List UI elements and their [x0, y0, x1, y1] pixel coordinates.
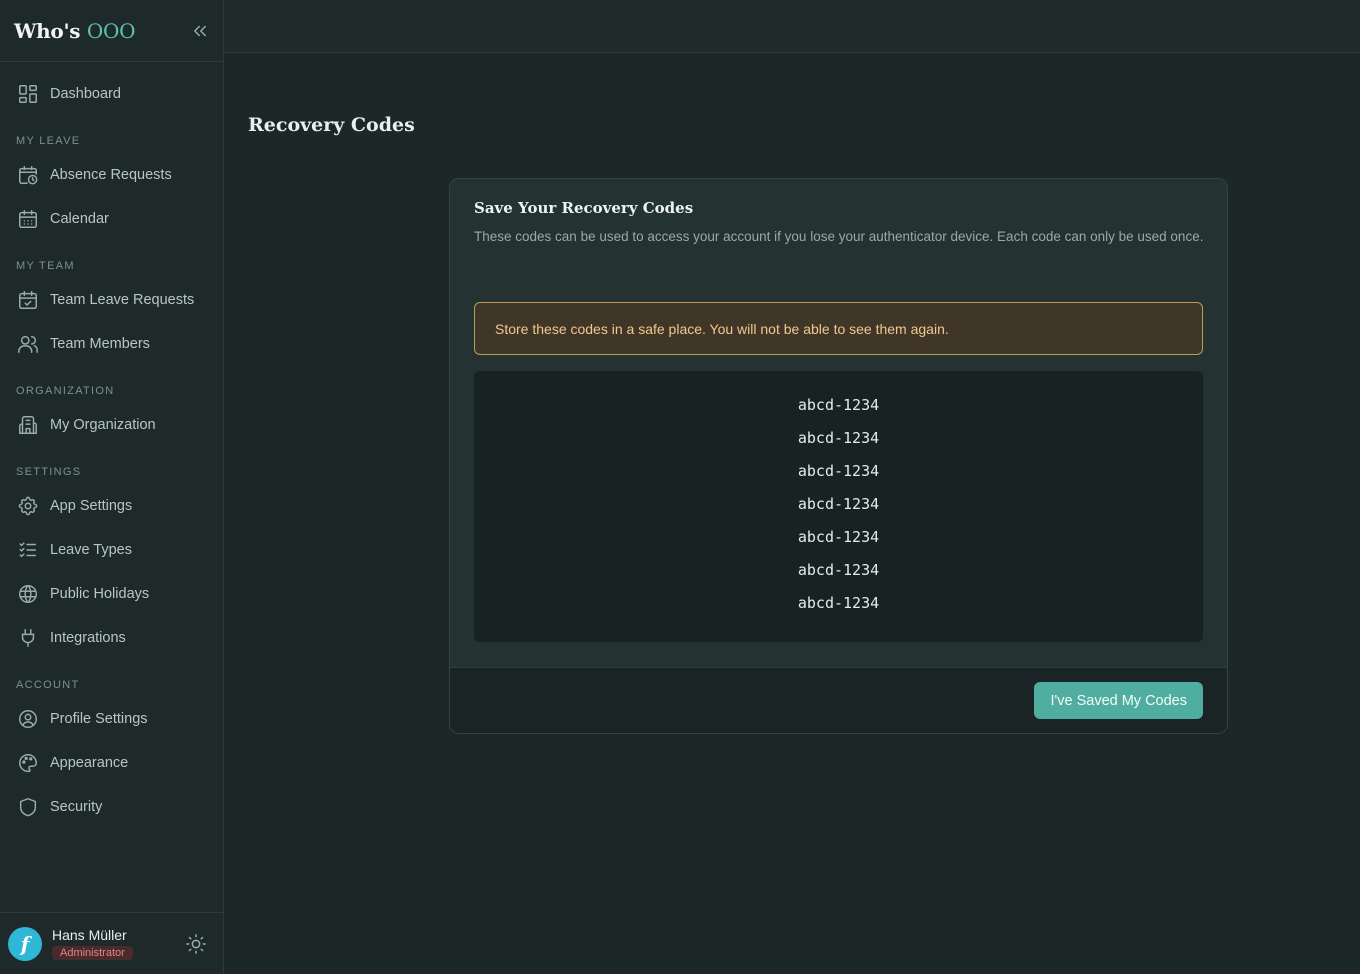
card-description: These codes can be used to access your a…	[474, 229, 1204, 244]
sidebar-item-label: Security	[50, 799, 103, 815]
sidebar-item-label: Public Holidays	[50, 586, 150, 602]
collapse-sidebar-icon[interactable]	[191, 22, 209, 40]
sidebar-item-profile-settings[interactable]: Profile Settings	[0, 701, 224, 737]
recovery-code: abcd-1234	[797, 528, 880, 546]
sidebar-item-label: Team Leave Requests	[50, 292, 195, 308]
recovery-code: abcd-1234	[797, 495, 880, 513]
sun-icon[interactable]	[185, 933, 207, 955]
sidebar-item-app-settings[interactable]: App Settings	[0, 488, 224, 524]
calendar-icon	[16, 207, 40, 231]
user-profile[interactable]: f Hans Müller Administrator	[0, 912, 224, 974]
card-title: Save Your Recovery Codes	[474, 199, 694, 217]
sidebar-item-appearance[interactable]: Appearance	[0, 745, 224, 781]
sidebar-item-label: Integrations	[50, 630, 126, 646]
card-footer: I've Saved My Codes	[450, 667, 1227, 733]
recovery-code: abcd-1234	[797, 462, 880, 480]
user-name: Hans Müller	[52, 926, 127, 943]
sidebar: Who's OOO Dashboard My Leave Absence Req…	[0, 0, 224, 974]
recovery-code: abcd-1234	[797, 561, 880, 579]
avatar: f	[8, 926, 42, 961]
recovery-code: abcd-1234	[797, 396, 880, 414]
section-my-team: My Team	[16, 260, 75, 272]
shield-icon	[16, 795, 40, 819]
role-badge: Administrator	[52, 945, 133, 960]
sidebar-item-leave-types[interactable]: Leave Types	[0, 532, 224, 568]
user-circle-icon	[16, 707, 40, 731]
building-icon	[16, 413, 40, 437]
brand-name: Who's	[14, 18, 81, 43]
sidebar-item-team-members[interactable]: Team Members	[0, 326, 224, 362]
sidebar-item-label: Leave Types	[50, 542, 132, 558]
section-my-leave: My Leave	[16, 135, 81, 147]
section-settings: Settings	[16, 466, 82, 478]
sidebar-item-label: My Organization	[50, 417, 156, 433]
sidebar-item-label: Dashboard	[50, 86, 121, 102]
recovery-code: abcd-1234	[797, 429, 880, 447]
palette-icon	[16, 751, 40, 775]
globe-icon	[16, 582, 40, 606]
calendar-clock-icon	[16, 163, 40, 187]
app-logo[interactable]: Who's OOO	[14, 18, 136, 43]
plug-icon	[16, 626, 40, 650]
page-title: Recovery Codes	[248, 114, 415, 136]
sidebar-item-calendar[interactable]: Calendar	[0, 201, 224, 237]
sidebar-item-label: Team Members	[50, 336, 150, 352]
brand-header: Who's OOO	[0, 0, 223, 62]
sidebar-item-integrations[interactable]: Integrations	[0, 620, 224, 656]
sidebar-item-my-organization[interactable]: My Organization	[0, 407, 224, 443]
dashboard-icon	[16, 82, 40, 106]
gear-icon	[16, 494, 40, 518]
sidebar-item-label: Absence Requests	[50, 167, 172, 183]
sidebar-item-team-leave-requests[interactable]: Team Leave Requests	[0, 282, 224, 318]
recovery-codes-card: Save Your Recovery Codes These codes can…	[449, 178, 1228, 734]
sidebar-item-label: Calendar	[50, 211, 109, 227]
sidebar-item-dashboard[interactable]: Dashboard	[0, 76, 224, 112]
sidebar-item-label: Appearance	[50, 755, 129, 771]
sidebar-item-public-holidays[interactable]: Public Holidays	[0, 576, 224, 612]
sidebar-item-label: Profile Settings	[50, 711, 148, 727]
sidebar-item-absence-requests[interactable]: Absence Requests	[0, 157, 224, 193]
recovery-code: abcd-1234	[797, 594, 880, 612]
brand-suffix: OOO	[86, 18, 136, 43]
sidebar-item-label: App Settings	[50, 498, 133, 514]
saved-codes-button[interactable]: I've Saved My Codes	[1034, 682, 1203, 719]
list-check-icon	[16, 538, 40, 562]
users-icon	[16, 332, 40, 356]
top-bar	[224, 0, 1360, 53]
section-account: Account	[16, 679, 80, 691]
calendar-check-icon	[16, 288, 40, 312]
sidebar-item-security[interactable]: Security	[0, 789, 224, 825]
section-organization: Organization	[16, 385, 115, 397]
warning-alert: Store these codes in a safe place. You w…	[474, 302, 1203, 355]
recovery-codes-list: abcd-1234 abcd-1234 abcd-1234 abcd-1234 …	[474, 371, 1203, 642]
